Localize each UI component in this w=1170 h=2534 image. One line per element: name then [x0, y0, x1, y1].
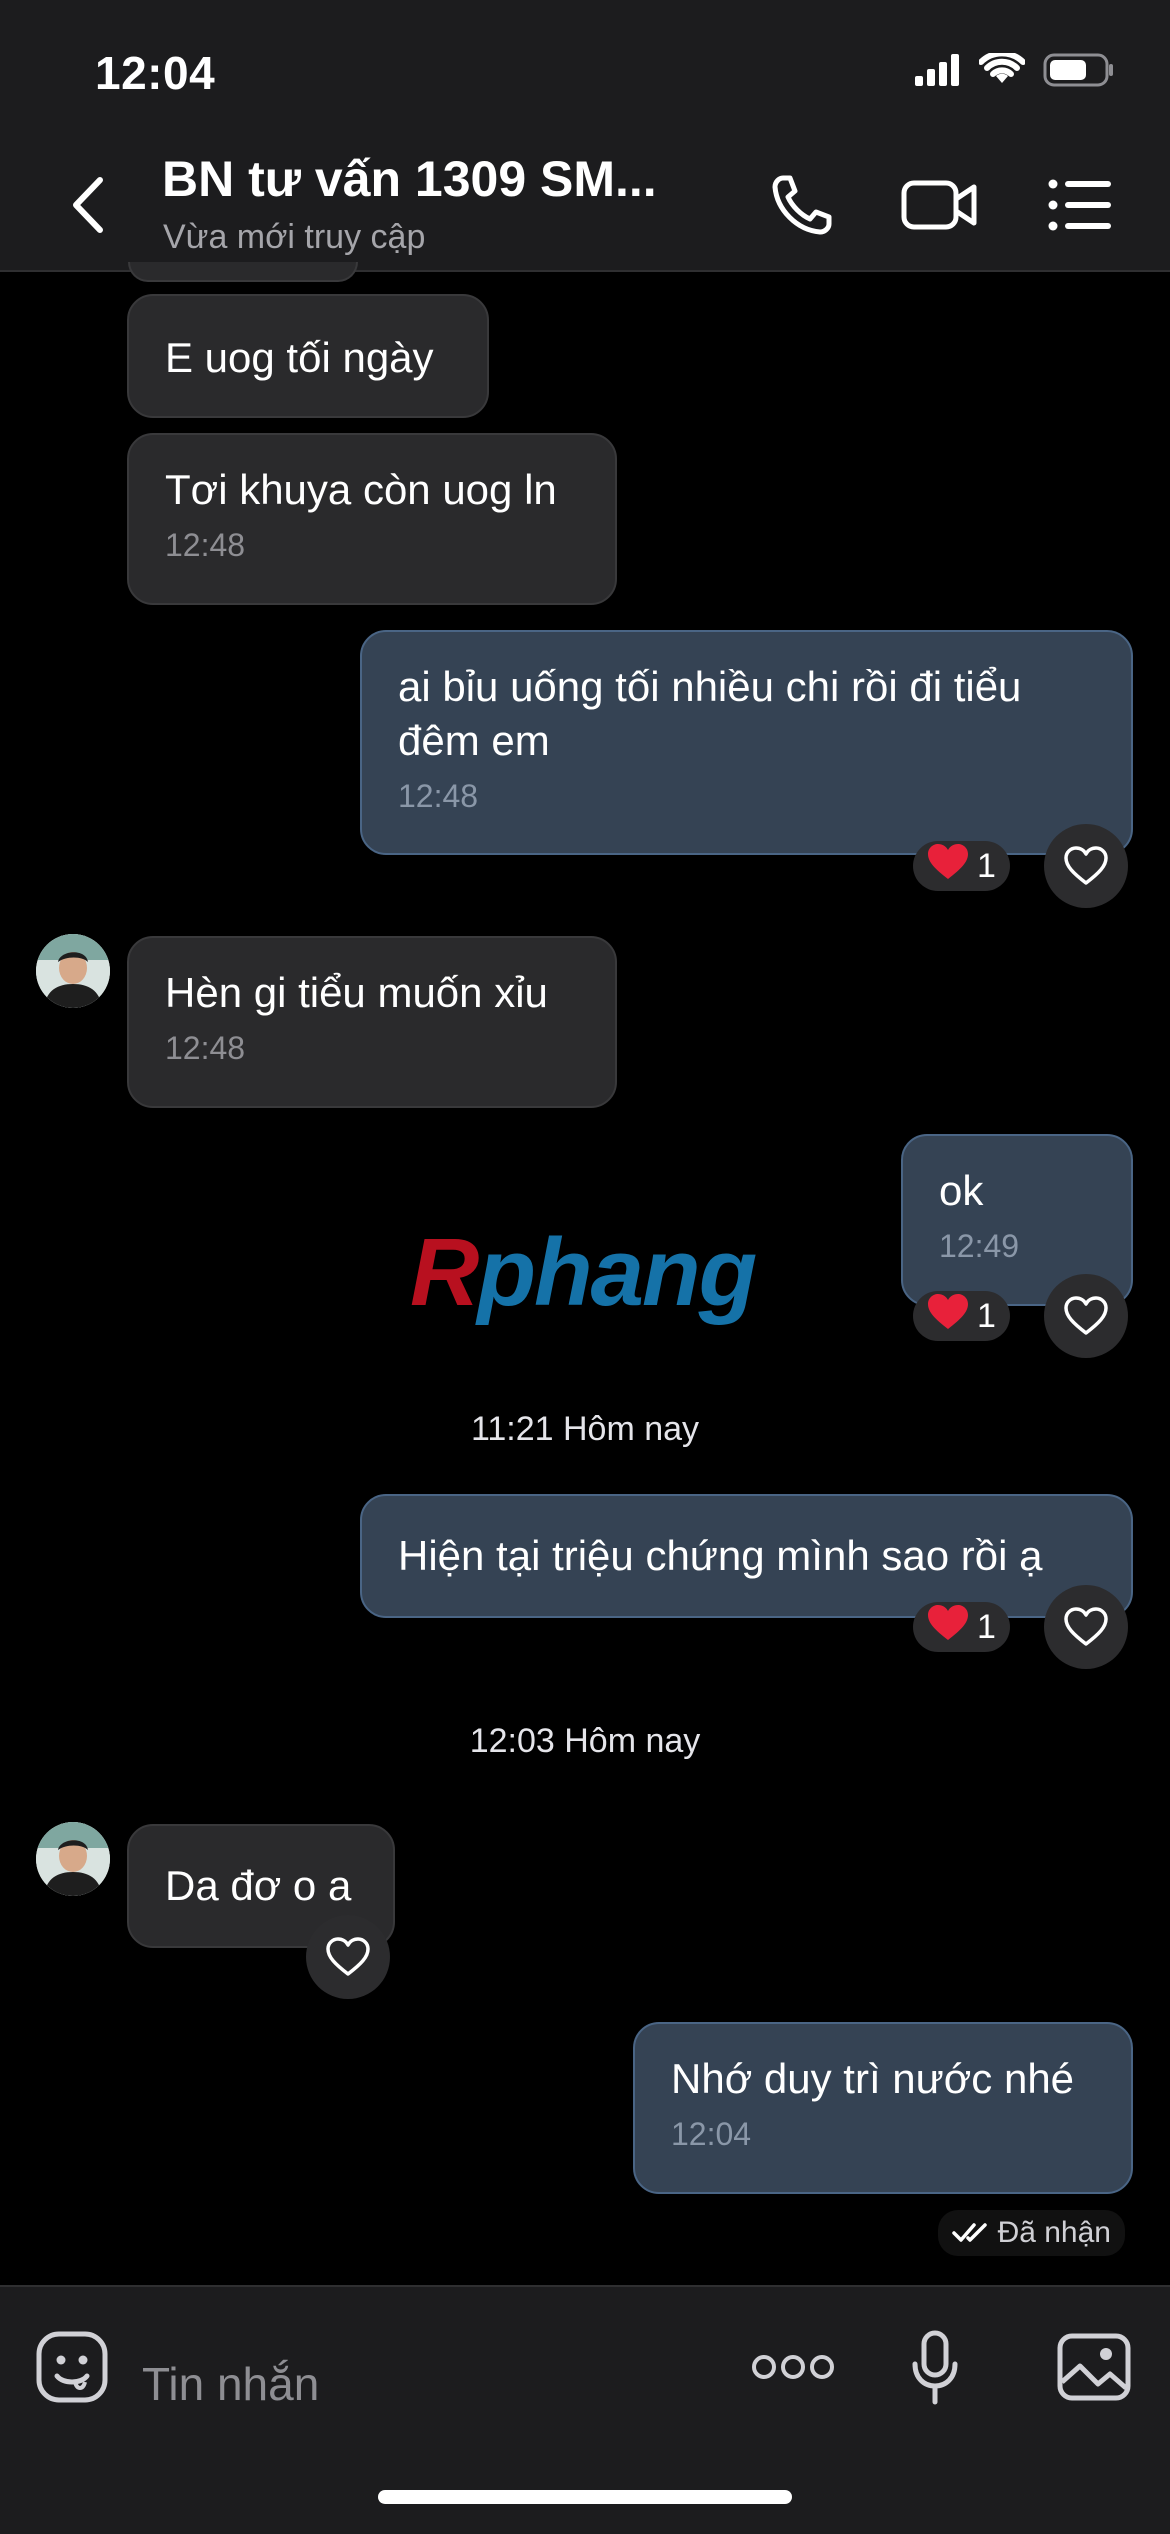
- video-call-button[interactable]: [898, 170, 982, 240]
- reaction-pill[interactable]: 1: [913, 1602, 1010, 1652]
- watermark-logo: Rphang: [410, 1219, 757, 1326]
- chat-title[interactable]: BN tư vấn 1309 SM...: [162, 150, 657, 208]
- cellular-signal-icon: [915, 54, 961, 91]
- reaction-pill[interactable]: 1: [913, 841, 1010, 891]
- react-button[interactable]: [1044, 824, 1128, 908]
- message-text: Tơi khuya còn uog ln: [165, 466, 557, 513]
- heart-outline-icon: [1064, 1296, 1108, 1335]
- delivery-status: Đã nhận: [937, 2210, 1125, 2256]
- home-indicator[interactable]: [378, 2490, 792, 2504]
- red-heart-icon: [927, 1604, 969, 1651]
- contact-avatar[interactable]: [36, 934, 110, 1008]
- message-bubble-incoming[interactable]: Hèn gi tiểu muốn xỉu 12:48: [127, 936, 617, 1108]
- video-camera-icon: [901, 180, 977, 230]
- status-icons: [915, 50, 1115, 93]
- status-bar: 12:04: [0, 0, 1170, 140]
- status-time: 12:04: [95, 47, 216, 99]
- message-time: 12:48: [165, 1030, 246, 1066]
- reaction-count: 1: [977, 1296, 996, 1335]
- message-time: 12:04: [671, 2116, 752, 2152]
- message-text: Hèn gi tiểu muốn xỉu: [165, 969, 548, 1016]
- time-separator: 11:21 Hôm nay: [470, 1410, 700, 1448]
- gallery-button[interactable]: [1052, 2325, 1136, 2409]
- chat-header: BN tư vấn 1309 SM... Vừa mới truy cập: [0, 140, 1170, 272]
- react-button[interactable]: [1044, 1274, 1128, 1358]
- heart-outline-icon: [1064, 1607, 1108, 1646]
- message-time: 12:48: [165, 527, 246, 563]
- image-icon: [1057, 2333, 1131, 2401]
- message-text: ai bỉu uống tối nhiều chi rồi đi tiểu đê…: [398, 663, 1022, 764]
- message-time: 12:49: [939, 1228, 1020, 1264]
- list-icon: [1048, 179, 1111, 231]
- red-heart-icon: [927, 1293, 969, 1340]
- time-separator: 12:03 Hôm nay: [469, 1722, 701, 1760]
- message-text: Da đơ o a: [165, 1862, 352, 1909]
- person-photo-icon: [36, 934, 110, 1008]
- battery-icon: [1043, 52, 1115, 93]
- message-bubble-outgoing[interactable]: Nhớ duy trì nước nhé 12:04: [633, 2022, 1133, 2194]
- contact-avatar[interactable]: [36, 1822, 110, 1896]
- person-photo-icon: [36, 1822, 110, 1896]
- react-button[interactable]: [1044, 1585, 1128, 1669]
- double-check-icon: [951, 2223, 987, 2242]
- chevron-left-icon: [73, 177, 103, 233]
- message-text: ok: [939, 1167, 984, 1214]
- chat-menu-button[interactable]: [1040, 170, 1120, 240]
- reaction-count: 1: [977, 846, 996, 885]
- message-text: Hiện tại triệu chứng mình sao rồi ạ: [398, 1532, 1043, 1579]
- message-bubble-cutoff: [128, 262, 358, 282]
- chat-subtitle: Vừa mới truy cập: [163, 218, 426, 256]
- message-text: E uog tối ngày: [165, 334, 434, 381]
- red-heart-icon: [927, 843, 969, 890]
- more-dots-icon: [752, 2355, 834, 2379]
- react-button[interactable]: [306, 1915, 390, 1999]
- back-button[interactable]: [60, 170, 120, 240]
- reaction-count: 1: [977, 1607, 996, 1646]
- voice-call-button[interactable]: [762, 170, 842, 240]
- message-bubble-outgoing[interactable]: ai bỉu uống tối nhiều chi rồi đi tiểu đê…: [360, 630, 1133, 855]
- phone-icon: [772, 175, 832, 235]
- voice-message-button[interactable]: [900, 2323, 970, 2413]
- more-options-button[interactable]: [748, 2342, 838, 2392]
- heart-outline-icon: [326, 1937, 370, 1976]
- microphone-icon: [912, 2330, 958, 2405]
- message-time: 12:48: [398, 778, 479, 814]
- message-bubble-outgoing[interactable]: Hiện tại triệu chứng mình sao rồi ạ: [360, 1494, 1133, 1618]
- sticker-button[interactable]: [32, 2327, 112, 2407]
- delivery-status-text: Đã nhận: [997, 2216, 1111, 2249]
- heart-outline-icon: [1064, 846, 1108, 885]
- reaction-pill[interactable]: 1: [913, 1291, 1010, 1341]
- message-bubble-incoming[interactable]: E uog tối ngày: [127, 294, 489, 418]
- message-text: Nhớ duy trì nước nhé: [671, 2055, 1075, 2102]
- message-input[interactable]: Tin nhắn: [142, 2357, 319, 2411]
- wifi-icon: [978, 50, 1026, 92]
- message-bubble-incoming[interactable]: Tơi khuya còn uog ln 12:48: [127, 433, 617, 605]
- emoji-face-icon: [36, 2331, 108, 2403]
